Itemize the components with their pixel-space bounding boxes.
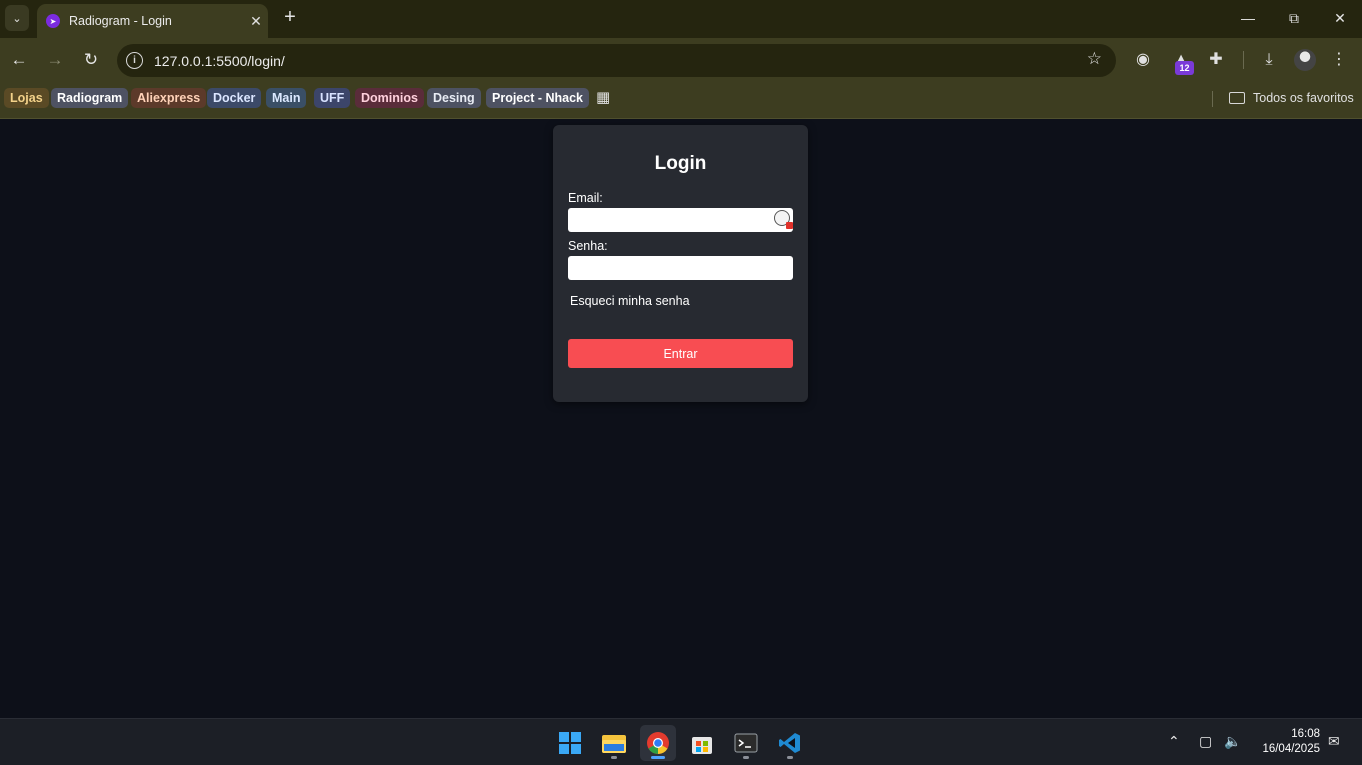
running-indicator — [651, 756, 665, 759]
restore-button[interactable]: ⧉ — [1280, 6, 1308, 30]
bookmark-item[interactable]: Radiogram — [51, 88, 129, 108]
password-manager-icon[interactable] — [774, 210, 793, 229]
login-submit-button[interactable]: Entrar — [568, 339, 793, 368]
browser-tab[interactable]: ➤ Radiogram - Login ✕ — [37, 4, 268, 38]
minimize-button[interactable]: — — [1234, 6, 1262, 30]
extensions-puzzle-icon[interactable]: ✚ — [1205, 49, 1227, 71]
radiogram-favicon-icon: ➤ — [46, 14, 60, 28]
file-explorer-button[interactable] — [596, 725, 632, 761]
download-icon[interactable]: ⤓ — [1258, 49, 1280, 71]
terminal-icon — [734, 733, 758, 753]
bookmark-item[interactable]: Desing — [427, 88, 481, 108]
site-info-icon[interactable]: i — [126, 52, 143, 69]
new-tab-button[interactable]: + — [280, 7, 300, 29]
bookmark-apps-grid-icon[interactable]: ▦ — [596, 90, 612, 106]
close-window-button[interactable]: ✕ — [1326, 6, 1354, 30]
chevron-down-icon: ⌄ — [12, 12, 22, 25]
more-menu-icon[interactable]: ⋮ — [1328, 49, 1350, 71]
browser-titlebar: ⌄ ➤ Radiogram - Login ✕ + — ⧉ ✕ — [0, 0, 1362, 38]
profile-avatar[interactable] — [1294, 49, 1316, 71]
bookmark-item[interactable]: UFF — [314, 88, 351, 108]
volume-icon[interactable]: 🔈 — [1224, 731, 1241, 751]
microsoft-store-button[interactable] — [684, 725, 720, 761]
chrome-icon — [647, 732, 669, 754]
running-indicator — [611, 756, 617, 759]
password-field[interactable] — [568, 256, 793, 280]
folder-icon — [1229, 92, 1245, 104]
bookmark-item[interactable]: Project - Nhack — [486, 88, 590, 108]
bookmarks-divider — [1212, 91, 1213, 107]
email-label: Email: — [568, 191, 603, 205]
login-title: Login — [654, 153, 707, 174]
tab-search-button[interactable]: ⌄ — [5, 5, 29, 31]
password-label: Senha: — [568, 239, 608, 253]
store-icon — [692, 737, 712, 754]
extension-badge: 12 — [1175, 61, 1194, 75]
password-manager-extension-icon[interactable]: ◉ — [1132, 49, 1154, 71]
bookmark-item[interactable]: Lojas — [4, 88, 49, 108]
all-bookmarks-label: Todos os favoritos — [1253, 91, 1354, 105]
reload-button[interactable]: ↻ — [78, 47, 104, 73]
address-url[interactable]: 127.0.0.1:5500/login/ — [154, 53, 285, 69]
bookmark-star-icon[interactable]: ☆ — [1087, 49, 1102, 69]
forward-button[interactable]: → — [42, 47, 68, 73]
bookmark-item[interactable]: Aliexpress — [131, 88, 207, 108]
windows-logo-icon — [559, 732, 581, 754]
bookmark-item[interactable]: Main — [266, 88, 307, 108]
bookmarks-bar: Lojas Radiogram Aliexpress Docker Main U… — [0, 83, 1362, 119]
bookmark-item[interactable]: Dominios — [355, 88, 424, 108]
vscode-icon — [779, 733, 800, 753]
chrome-button[interactable] — [640, 725, 676, 761]
page-viewport: Login Email: Senha: Esqueci minha senha … — [0, 119, 1362, 718]
running-indicator — [743, 756, 749, 759]
close-tab-icon[interactable]: ✕ — [244, 13, 268, 30]
show-hidden-icons-chevron-icon[interactable]: ⌃ — [1168, 731, 1180, 751]
vscode-button[interactable] — [772, 725, 808, 761]
clock-time: 16:08 — [1291, 728, 1320, 740]
all-bookmarks-folder[interactable]: Todos os favoritos — [1229, 89, 1354, 107]
running-indicator — [787, 756, 793, 759]
login-card: Login Email: Senha: Esqueci minha senha … — [553, 125, 808, 402]
notifications-bell-icon[interactable]: ✉ — [1328, 731, 1340, 751]
email-field[interactable] — [568, 208, 793, 232]
windows-taskbar: ⌃ ▢ 🔈 16:08 16/04/2025 ✉ — [0, 718, 1362, 765]
bookmark-item[interactable]: Docker — [207, 88, 262, 108]
tab-title: Radiogram - Login — [69, 14, 172, 28]
back-button[interactable]: ← — [6, 47, 32, 73]
browser-toolbar: ← → ↻ i 127.0.0.1:5500/login/ ☆ ◉ ▲ ✚ ⤓ … — [0, 38, 1362, 83]
address-bar[interactable]: i 127.0.0.1:5500/login/ ☆ — [117, 44, 1116, 77]
terminal-button[interactable] — [728, 725, 764, 761]
folder-icon — [602, 735, 626, 753]
network-icon[interactable]: ▢ — [1199, 731, 1212, 751]
system-clock[interactable]: 16:08 16/04/2025 — [1250, 727, 1320, 757]
start-button[interactable] — [552, 725, 588, 761]
clock-date: 16/04/2025 — [1262, 743, 1320, 755]
toolbar-divider — [1243, 51, 1244, 69]
forgot-password-link[interactable]: Esqueci minha senha — [570, 294, 690, 308]
